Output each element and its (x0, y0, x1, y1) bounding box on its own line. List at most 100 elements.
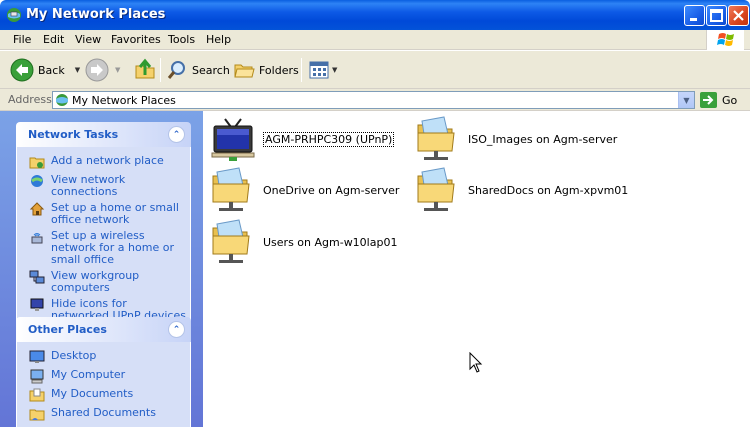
views-button[interactable]: ▼ (308, 56, 337, 84)
maximize-button[interactable] (706, 5, 727, 26)
network-tasks-list: Add a network place View network connect… (16, 147, 191, 331)
collapse-button[interactable]: ⌃ (168, 126, 185, 143)
toolbar-separator (160, 58, 161, 82)
other-places-header[interactable]: Other Places ⌃ (16, 317, 191, 342)
window-title: My Network Places (26, 7, 166, 22)
my-computer-icon (30, 369, 44, 384)
network-places-icon (56, 94, 68, 106)
mouse-cursor-icon (469, 352, 483, 373)
other-places-list: Desktop My Computer My Documents Shared … (16, 342, 191, 427)
network-folder-icon (417, 167, 455, 211)
desktop-icon (29, 350, 45, 363)
toolbar: Back ▼ ▼ Search Folders ▼ (0, 51, 750, 89)
network-folder-icon (212, 167, 250, 211)
place-label: Shared Documents (51, 406, 156, 419)
menu-favorites[interactable]: Favorites (111, 33, 161, 46)
network-places-view: AGM-PRHPC309 (UPnP) ISO_Images on Agm-se… (203, 111, 750, 427)
task-view-workgroup-computers[interactable]: View workgroup computers (17, 268, 190, 296)
back-dropdown-icon[interactable]: ▼ (75, 66, 80, 74)
home-network-icon (29, 202, 45, 216)
folders-button[interactable]: Folders (233, 56, 299, 84)
up-folder-icon (135, 58, 155, 79)
network-places-icon (7, 8, 21, 22)
maximize-icon (710, 9, 723, 22)
network-place-item[interactable]: AGM-PRHPC309 (UPnP) (209, 115, 395, 163)
add-network-place-icon (29, 157, 45, 169)
minimize-icon (690, 18, 697, 21)
other-places-box: Other Places ⌃ Desktop My Computer My Do… (16, 317, 191, 427)
toolbar-separator (301, 58, 302, 82)
network-place-item[interactable]: Users on Agm-w10lap01 (209, 218, 397, 266)
menu-file[interactable]: File (13, 33, 31, 46)
address-bar: Address My Network Places ▼ Go (0, 89, 750, 111)
views-dropdown-icon: ▼ (332, 66, 338, 74)
chevron-up-icon: ⌃ (172, 324, 181, 335)
task-label: Set up a home or small office network (51, 201, 179, 226)
upnp-device-icon (211, 118, 255, 161)
upnp-icon (30, 298, 44, 311)
place-label: My Computer (51, 368, 126, 381)
windows-logo-icon (706, 30, 744, 50)
network-folder-icon (417, 116, 455, 160)
back-arrow-icon (10, 58, 34, 82)
network-tasks-title: Network Tasks (28, 128, 119, 141)
chevron-up-icon: ⌃ (172, 129, 181, 140)
address-dropdown-button[interactable]: ▼ (678, 92, 694, 108)
menu-view[interactable]: View (75, 33, 101, 46)
place-label: Desktop (51, 349, 97, 362)
network-place-label: OneDrive on Agm-server (263, 183, 400, 197)
shared-documents-icon (29, 409, 45, 421)
task-pane: Network Tasks ⌃ Add a network place View… (0, 111, 203, 427)
go-label: Go (722, 93, 738, 107)
place-label: My Documents (51, 387, 134, 400)
task-view-network-connections[interactable]: View network connections (17, 172, 190, 200)
network-place-label: SharedDocs on Agm-xpvm01 (468, 183, 629, 197)
title-bar[interactable]: My Network Places (0, 0, 750, 30)
forward-button[interactable]: ▼ (85, 56, 120, 84)
chevron-down-icon: ▼ (683, 95, 690, 105)
my-documents-icon (29, 388, 45, 402)
menu-help[interactable]: Help (206, 33, 231, 46)
network-tasks-header[interactable]: Network Tasks ⌃ (16, 122, 191, 147)
task-label: View network connections (51, 173, 126, 198)
search-button[interactable]: Search (166, 56, 230, 84)
folders-icon (234, 64, 255, 78)
menu-tools[interactable]: Tools (168, 33, 195, 46)
address-label: Address (8, 93, 52, 106)
folders-label: Folders (259, 63, 299, 77)
menu-edit[interactable]: Edit (43, 33, 64, 46)
forward-dropdown-icon[interactable]: ▼ (115, 66, 120, 74)
task-setup-wireless-network[interactable]: Set up a wireless network for a home or … (17, 228, 190, 268)
workgroup-icon (29, 270, 45, 284)
views-icon (309, 61, 329, 79)
wireless-network-icon (31, 233, 43, 244)
network-place-label: AGM-PRHPC309 (UPnP) (263, 131, 395, 147)
place-desktop[interactable]: Desktop (17, 348, 190, 367)
forward-arrow-icon (85, 58, 109, 82)
task-setup-home-network[interactable]: Set up a home or small office network (17, 200, 190, 228)
search-icon (167, 61, 185, 79)
network-place-label: ISO_Images on Agm-server (468, 132, 618, 146)
network-tasks-box: Network Tasks ⌃ Add a network place View… (16, 122, 191, 331)
up-folder-button[interactable] (133, 56, 157, 84)
network-folder-icon (212, 219, 250, 263)
network-place-item[interactable]: SharedDocs on Agm-xpvm01 (414, 166, 628, 214)
go-button[interactable]: Go (700, 92, 746, 108)
task-label: Add a network place (51, 154, 164, 167)
close-icon (733, 10, 744, 21)
place-my-documents[interactable]: My Documents (17, 386, 190, 405)
task-add-network-place[interactable]: Add a network place (17, 153, 190, 172)
collapse-button[interactable]: ⌃ (168, 321, 185, 338)
task-label: View workgroup computers (51, 269, 140, 294)
network-place-item[interactable]: ISO_Images on Agm-server (414, 115, 617, 163)
address-input[interactable]: My Network Places ▼ (52, 91, 695, 109)
place-shared-documents[interactable]: Shared Documents (17, 405, 190, 424)
search-label: Search (192, 63, 230, 77)
back-button[interactable]: Back ▼ (10, 56, 80, 84)
close-button[interactable] (728, 5, 749, 26)
minimize-button[interactable] (684, 5, 705, 26)
go-arrow-icon (700, 92, 717, 108)
place-my-computer[interactable]: My Computer (17, 367, 190, 386)
other-places-title: Other Places (28, 323, 107, 336)
network-place-item[interactable]: OneDrive on Agm-server (209, 166, 399, 214)
